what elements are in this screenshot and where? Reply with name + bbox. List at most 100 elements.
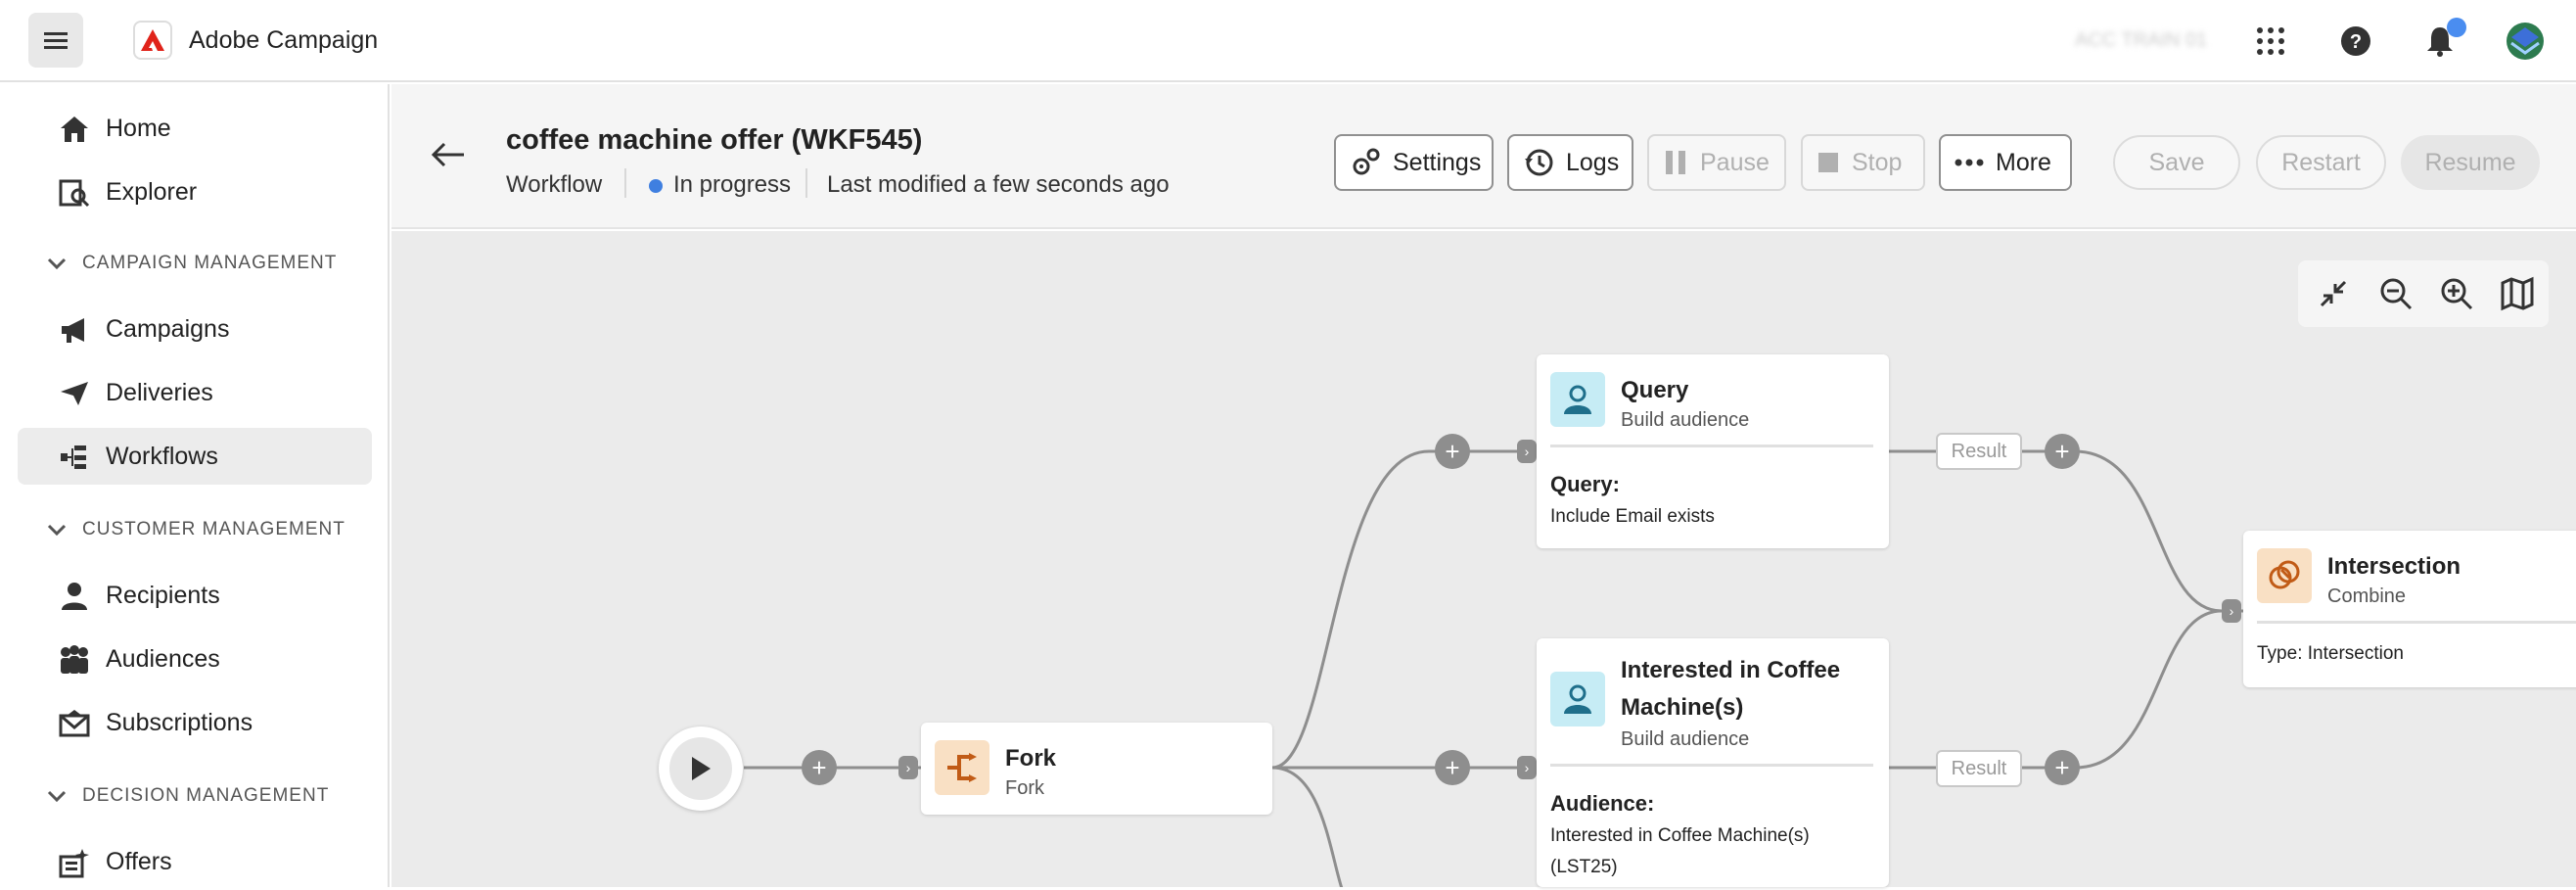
node-detail-value: (LST25) [1550,857,1618,877]
result-label[interactable]: Result [1936,433,2022,470]
stop-button[interactable]: Stop [1801,134,1925,191]
status-badge: In progress [673,171,792,198]
apps-grid-button[interactable] [2251,22,2290,61]
section-label: CUSTOMER MANAGEMENT [82,519,345,539]
zoom-in-icon[interactable] [2439,276,2474,311]
logs-button[interactable]: Logs [1507,134,1633,191]
node-detail-value: Include Email exists [1550,506,1715,527]
sidebar-item-subscriptions[interactable]: Subscriptions [18,694,372,751]
node-title: Interested in Coffee Machine(s) [1621,652,1840,726]
combine-icon-box [2257,548,2312,603]
node-detail-value: Type: Intersection [2257,643,2404,664]
intersection-icon [2269,560,2300,589]
settings-label: Settings [1393,148,1482,176]
pause-button[interactable]: Pause [1647,134,1786,191]
menu-button[interactable] [28,13,83,68]
node-divider [1550,445,1873,447]
connector-port[interactable]: › [1517,440,1537,463]
divider [624,168,626,198]
back-arrow-icon[interactable] [429,135,468,174]
top-bar: Adobe Campaign ACC TRAIN 01 ? [0,0,2576,82]
section-customer-management[interactable]: CUSTOMER MANAGEMENT [47,519,345,540]
section-label: CAMPAIGN MANAGEMENT [82,253,338,273]
connector-port[interactable]: › [898,756,918,779]
settings-button[interactable]: Settings [1334,134,1494,191]
save-button[interactable]: Save [2113,135,2240,190]
add-activity-button[interactable]: + [1435,434,1470,469]
sidebar-item-recipients[interactable]: Recipients [18,567,372,624]
query-icon-box [1550,372,1605,427]
collapse-icon[interactable] [2316,276,2351,311]
audience-icon [1564,385,1591,414]
stop-label: Stop [1852,148,1903,176]
logs-label: Logs [1566,148,1620,176]
interested-node[interactable]: Interested in Coffee Machine(s) Build au… [1537,638,1889,887]
pause-icon [1666,151,1685,174]
sidebar-item-home[interactable]: Home [18,100,372,157]
audience-icon [1564,684,1591,714]
play-icon [692,757,711,780]
node-title: Fork [1005,745,1057,772]
fork-node[interactable]: Fork Fork [921,723,1272,815]
map-icon[interactable] [2500,276,2535,311]
node-divider [2257,621,2576,624]
megaphone-icon [62,318,84,343]
node-subtitle: Fork [1005,777,1044,799]
home-icon [61,117,88,142]
resume-button[interactable]: Resume [2401,135,2540,190]
section-decision-management[interactable]: DECISION MANAGEMENT [47,785,329,807]
chevron-down-icon [47,524,67,536]
app-name[interactable]: Adobe Campaign [189,26,378,55]
history-icon [1525,149,1553,176]
restart-button[interactable]: Restart [2256,135,2386,190]
result-label[interactable]: Result [1936,750,2022,787]
intersection-node[interactable]: Intersection Combine Type: Intersection [2243,531,2576,687]
gear-icon [1353,148,1380,175]
sidebar-item-offers[interactable]: Offers [18,833,372,890]
query-node[interactable]: Query Build audience Query: Include Emai… [1537,354,1889,548]
add-activity-button[interactable]: + [802,750,837,785]
envelope-icon [59,710,90,737]
zoom-out-icon[interactable] [2378,276,2414,311]
more-label: More [1996,148,2051,176]
fork-icon-box [935,740,989,795]
node-title: Intersection [2327,553,2461,580]
node-detail-label: Query: [1550,472,1620,496]
node-title: Query [1621,377,1689,403]
sidebar-item-workflows[interactable]: Workflows [18,428,372,485]
node-detail-value: Interested in Coffee Machine(s) [1550,825,1810,846]
sidebar-item-campaigns[interactable]: Campaigns [18,301,372,357]
add-activity-button[interactable]: + [1435,750,1470,785]
workflow-icon [61,445,86,469]
more-button[interactable]: More [1939,134,2072,191]
page-title: coffee machine offer (WKF545) [506,124,923,156]
adobe-logo[interactable] [133,21,172,60]
node-title-line: Machine(s) [1621,694,1744,721]
sidebar-item-label: Home [106,114,171,142]
start-node[interactable] [659,726,743,811]
explorer-icon [59,179,90,208]
send-icon [61,382,88,405]
stop-icon [1818,153,1838,172]
connector-port[interactable]: › [1517,756,1537,779]
chevron-down-icon [47,790,67,802]
sidebar-item-explorer[interactable]: Explorer [18,164,372,220]
last-modified: Last modified a few seconds ago [827,171,1170,198]
sidebar-item-audiences[interactable]: Audiences [18,631,372,687]
sidebar-item-label: Offers [106,847,172,875]
add-activity-button[interactable]: + [2045,750,2080,785]
avatar[interactable] [2506,22,2545,61]
more-icon [1955,159,1984,166]
chevron-down-icon [47,258,67,269]
sidebar-item-label: Subscriptions [106,708,253,736]
svg-text:?: ? [2350,31,2362,53]
group-icon [61,645,88,674]
help-button[interactable]: ? [2336,22,2375,61]
add-activity-button[interactable]: + [2045,434,2080,469]
zoom-toolbar [2298,260,2549,327]
audience-icon-box [1550,672,1605,726]
connector-port[interactable]: › [2222,599,2241,623]
person-icon [62,583,87,610]
sidebar-item-deliveries[interactable]: Deliveries [18,364,372,421]
section-campaign-management[interactable]: CAMPAIGN MANAGEMENT [47,253,337,274]
